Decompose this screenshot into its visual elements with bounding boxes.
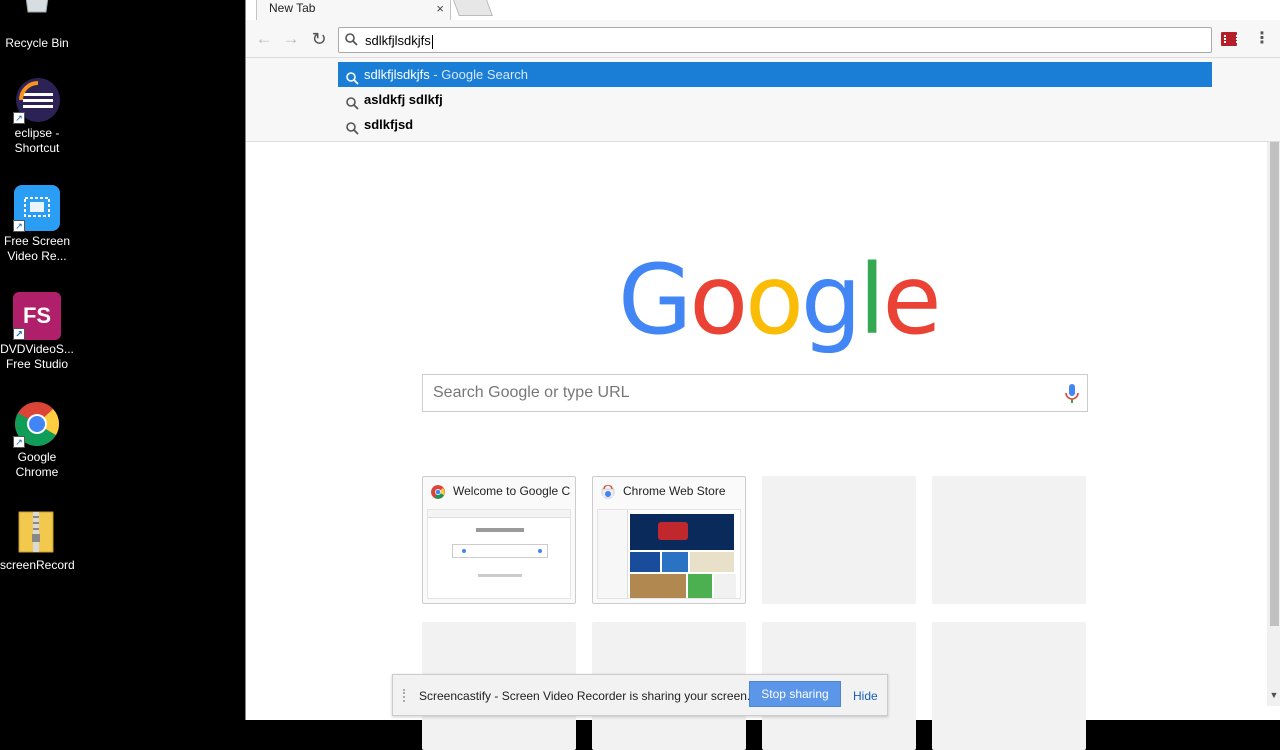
most-visited-tile-web-store[interactable]: Chrome Web Store [592,476,746,604]
desktop-icon-screenrecord[interactable]: screenRecord [0,508,75,573]
most-visited-tile-welcome[interactable]: Welcome to Google C [422,476,576,604]
shortcut-arrow-icon: ↗ [13,220,25,232]
most-visited-tile-empty [932,476,1086,604]
omnibox-suggestions: sdlkfjlsdkjfs - Google Search asldkfj sd… [246,58,1280,142]
desktop-icon-label: Free Screen Video Re... [3,234,71,263]
drag-handle[interactable] [403,689,408,702]
scroll-down-arrow-icon[interactable]: ▼ [1267,690,1280,702]
web-store-icon [601,485,615,499]
search-icon [345,33,358,51]
zip-folder-icon [13,508,61,556]
desktop-icon-label: screenRecord [0,558,75,572]
screen-sharing-notification: Screencastify - Screen Video Recorder is… [392,674,888,716]
fs-icon: FS ↗ [13,292,61,340]
menu-icon[interactable]: ⋮ [1254,30,1270,48]
desktop: Recycle Bin ↗ eclipse - Shortcut ↗ Free … [0,0,245,720]
desktop-icon-eclipse[interactable]: ↗ eclipse - Shortcut [0,76,74,156]
new-tab-button[interactable] [453,0,493,16]
desktop-icon-recycle-bin[interactable]: Recycle Bin [0,0,74,51]
omnibox[interactable]: sdlkfjlsdkjfs [338,27,1212,53]
omnibox-text: sdlkfjlsdkjfs [365,33,433,49]
screencastify-extension-icon[interactable] [1221,32,1238,46]
forward-arrow-icon[interactable]: → [282,30,300,48]
desktop-icon-label: eclipse - Shortcut [14,126,60,155]
text-cursor [431,34,433,49]
desktop-icon-google-chrome[interactable]: ↗ Google Chrome [0,400,74,480]
shortcut-arrow-icon: ↗ [13,436,25,448]
tile-thumbnail [597,509,741,599]
hide-link[interactable]: Hide [853,689,878,703]
shortcut-arrow-icon: ↗ [13,112,25,124]
tab-strip: New Tab × [246,0,1280,20]
desktop-icon-label: Google Chrome [15,450,59,479]
google-logo: Google [618,244,942,356]
desktop-icon-screen-recorder[interactable]: ↗ Free Screen Video Re... [0,184,74,264]
search-icon [346,118,359,143]
most-visited-tile-empty [932,622,1086,750]
ntp-search-input[interactable] [423,375,1023,411]
shortcut-arrow-icon: ↗ [13,328,25,340]
tile-thumbnail [427,509,571,599]
sharing-message: Screencastify - Screen Video Recorder is… [419,689,751,703]
tile-title: Chrome Web Store [623,484,726,498]
microphone-icon[interactable] [1065,384,1079,409]
desktop-icon-label: DVDVideoS... Free Studio [0,342,74,371]
screen-recorder-icon: ↗ [13,184,61,232]
suggestion-item[interactable]: asldkfj sdlkfj [338,87,1212,112]
chrome-window: New Tab × ← → ↻ sdlkfjlsdkjfs ⋮ sdlkfjls… [245,0,1280,750]
tile-title: Welcome to Google C [453,484,571,498]
chrome-icon: ↗ [13,400,61,448]
chrome-icon [431,485,445,499]
toolbar: ← → ↻ sdlkfjlsdkjfs ⋮ [246,20,1280,58]
tab-title: New Tab [269,1,316,15]
most-visited-tile-empty [762,476,916,604]
stop-sharing-button[interactable]: Stop sharing [749,681,841,707]
eclipse-icon: ↗ [13,76,61,124]
desktop-icon-label: Recycle Bin [5,36,69,50]
suggestion-item[interactable]: sdlkfjlsdkjfs - Google Search [338,62,1212,87]
tab-new-tab[interactable]: New Tab × [256,0,451,20]
scrollbar-thumb[interactable] [1270,142,1279,626]
close-icon[interactable]: × [436,1,444,16]
suggestion-item[interactable]: sdlkfjsd [338,112,1212,137]
reload-icon[interactable]: ↻ [310,30,328,48]
new-tab-page: Google Welcome to Google C [246,142,1280,750]
back-arrow-icon[interactable]: ← [255,30,273,48]
desktop-icon-dvdvideosoft[interactable]: FS ↗ DVDVideoS... Free Studio [0,292,74,372]
recycle-bin-icon [13,0,61,34]
ntp-search-box[interactable] [422,374,1088,412]
scrollbar[interactable]: ▼ [1267,142,1280,706]
